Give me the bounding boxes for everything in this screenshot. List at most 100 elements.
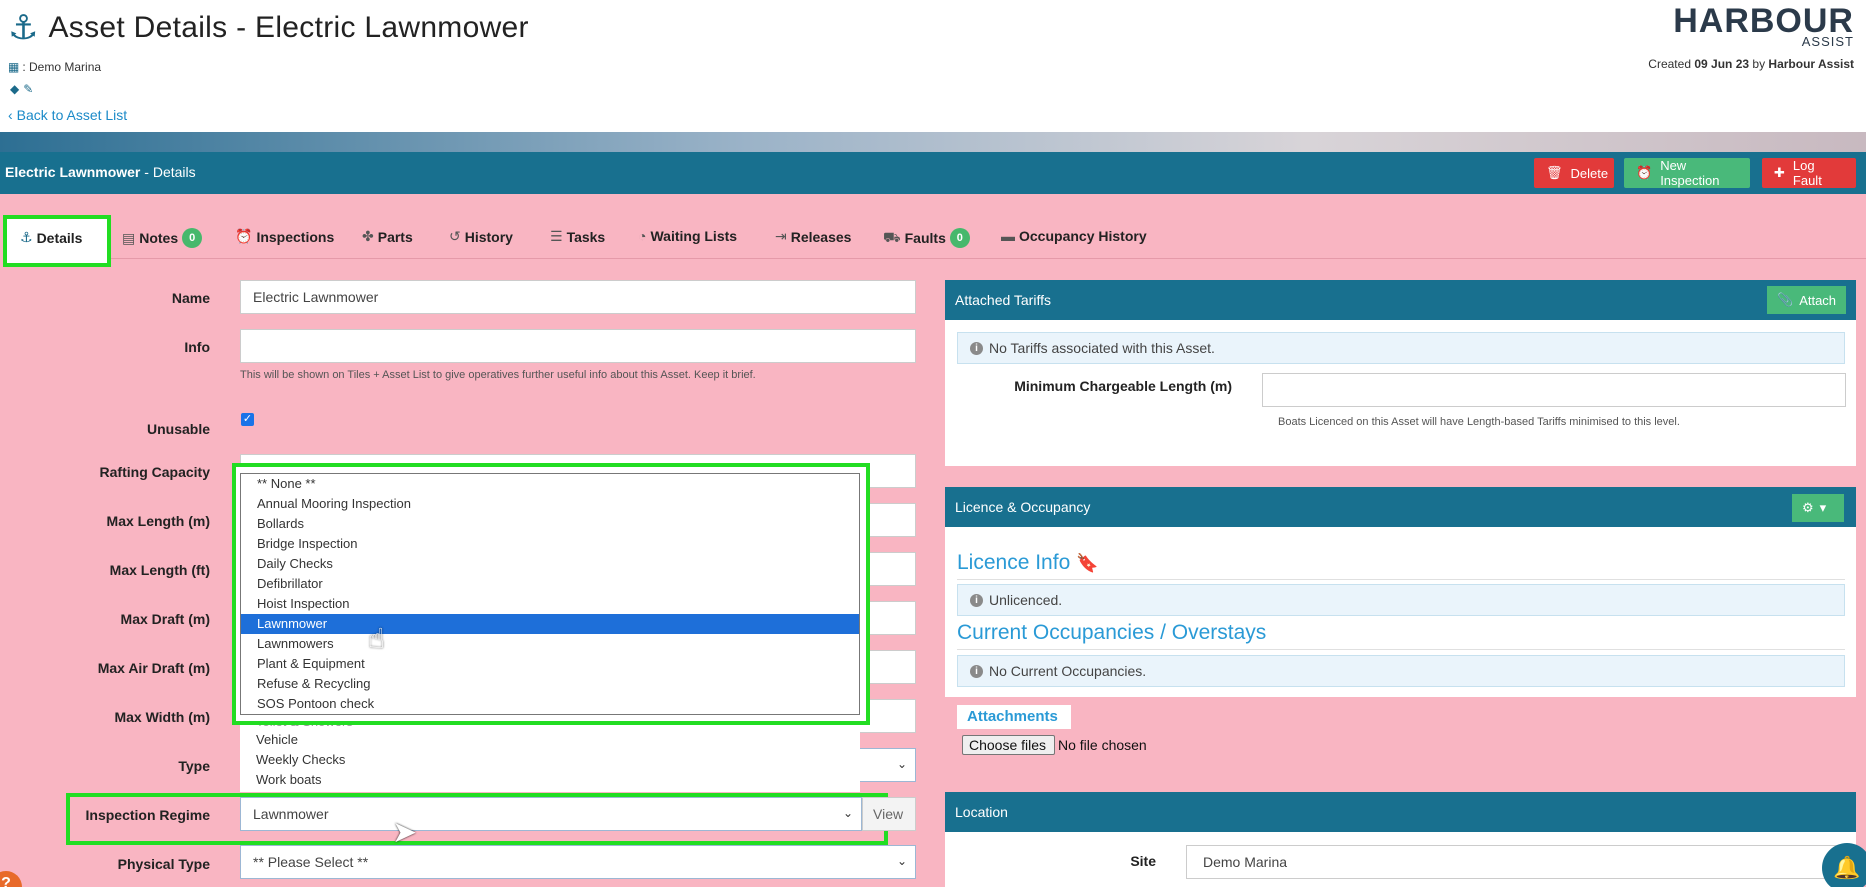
tariffs-empty-text: No Tariffs associated with this Asset. xyxy=(989,340,1215,356)
dropdown-option[interactable]: Annual Mooring Inspection xyxy=(241,494,859,514)
chevron-down-icon: ⌄ xyxy=(896,854,907,868)
new-inspection-button[interactable]: ⏰ New Inspection xyxy=(1624,158,1750,188)
hand-cursor-icon: ☝ xyxy=(368,623,386,654)
tab-occupancy-history-label: Occupancy History xyxy=(1019,228,1147,244)
dropdown-list-overflow: Toilet & Showers Vehicle Weekly Checks W… xyxy=(240,720,860,792)
tab-faults[interactable]: ⛟ Faults 0 xyxy=(883,228,970,248)
trash-icon: 🗑 xyxy=(1546,165,1563,180)
tab-releases[interactable]: ⇥ Releases xyxy=(775,228,851,245)
min-length-hint: Boats Licenced on this Asset will have L… xyxy=(1278,416,1680,428)
tab-notes-label: Notes xyxy=(139,230,179,246)
dropdown-option[interactable]: Plant & Equipment xyxy=(241,654,859,674)
location-header: Location xyxy=(945,792,1856,832)
dropdown-option[interactable]: Bridge Inspection xyxy=(241,534,859,554)
info-icon: i xyxy=(970,593,983,607)
paperclip-icon: 📎 xyxy=(1777,292,1794,307)
created-by-prefix: by xyxy=(1752,57,1766,71)
tariffs-empty-alert: i No Tariffs associated with this Asset. xyxy=(957,332,1845,364)
chevron-down-icon: ⌄ xyxy=(896,757,907,771)
licence-settings-button[interactable]: ⚙ ▾ xyxy=(1792,494,1844,522)
dropdown-option[interactable]: Bollards xyxy=(241,514,859,534)
tariffs-title: Attached Tariffs xyxy=(955,292,1051,308)
max-length-m-label: Max Length (m) xyxy=(106,513,210,529)
choose-files-button[interactable]: Choose files xyxy=(962,735,1055,755)
decorative-banner xyxy=(0,132,1866,152)
dropdown-option[interactable]: Vehicle xyxy=(240,730,860,750)
edit-icon[interactable]: ✎ xyxy=(23,82,33,96)
delete-button[interactable]: 🗑 Delete xyxy=(1534,158,1614,188)
dropdown-option[interactable]: Lawnmowers xyxy=(241,634,859,654)
anchor-icon: ⚓ xyxy=(20,229,33,245)
medkit-icon: ✚ xyxy=(1774,165,1785,180)
occupancies-alert: i No Current Occupancies. xyxy=(957,655,1845,687)
min-length-label: Minimum Chargeable Length (m) xyxy=(1014,378,1232,394)
alarm-clock-icon: ⏰ xyxy=(235,228,253,244)
faults-count-badge: 0 xyxy=(949,228,970,248)
tab-details[interactable]: ⚓ Details xyxy=(20,229,82,246)
licence-info-title-text: Licence Info xyxy=(957,551,1071,574)
log-fault-button[interactable]: ✚ Log Fault xyxy=(1762,158,1856,188)
tab-occupancy-history[interactable]: ▬ Occupancy History xyxy=(1001,228,1147,244)
created-date: 09 Jun 23 xyxy=(1694,57,1750,71)
unusable-checkbox[interactable]: ✓ xyxy=(241,413,254,426)
gears-icon: ⚙ xyxy=(1802,500,1814,515)
tag-icon[interactable]: ◆ xyxy=(10,82,19,96)
tab-tasks[interactable]: ☰ Tasks xyxy=(550,228,605,245)
physical-type-value: ** Please Select ** xyxy=(253,854,369,870)
caret-down-icon: ▾ xyxy=(1819,500,1827,515)
licence-alert-text: Unlicenced. xyxy=(989,592,1063,608)
dropdown-option[interactable]: Work boats xyxy=(240,770,860,790)
max-width-label: Max Width (m) xyxy=(114,709,210,725)
inspection-regime-value: Lawnmower xyxy=(253,806,329,822)
info-icon: i xyxy=(970,664,983,678)
dropdown-option[interactable]: Defibrillator xyxy=(241,574,859,594)
page-title: Asset Details - Electric Lawnmower xyxy=(48,11,529,44)
physical-type-select[interactable]: ** Please Select ** ⌄ xyxy=(240,845,916,879)
max-air-draft-label: Max Air Draft (m) xyxy=(97,660,210,676)
view-regime-button[interactable]: View xyxy=(862,797,916,831)
info-input[interactable] xyxy=(240,329,916,363)
chevron-left-icon: ‹ xyxy=(8,107,13,123)
location-title: Location xyxy=(955,804,1008,820)
created-info: Created 09 Jun 23 by Harbour Assist xyxy=(1648,57,1854,71)
tab-parts-label: Parts xyxy=(377,228,413,245)
dropdown-option[interactable]: Refuse & Recycling xyxy=(241,674,859,694)
min-length-input[interactable] xyxy=(1262,373,1846,407)
tab-history[interactable]: ↺ History xyxy=(449,228,513,245)
sign-out-icon: ⇥ xyxy=(775,228,787,244)
dropdown-option[interactable]: SOS Pontoon check xyxy=(241,694,859,714)
dropdown-option-none[interactable]: ** None ** xyxy=(241,474,859,494)
notification-bell-icon[interactable]: 🔔 xyxy=(1822,843,1866,887)
dropdown-option[interactable]: Weekly Checks xyxy=(240,750,860,770)
info-label: Info xyxy=(184,339,210,355)
attach-button[interactable]: 📎 Attach xyxy=(1767,286,1847,314)
licence-info-title: Licence Info 🔖 xyxy=(957,551,1099,575)
tab-inspections-label: Inspections xyxy=(256,228,335,245)
tab-tasks-label: Tasks xyxy=(566,228,606,245)
tab-details-label: Details xyxy=(36,229,83,246)
site-input[interactable]: Demo Marina xyxy=(1186,845,1846,879)
tab-inspections[interactable]: ⏰ Inspections xyxy=(235,228,334,245)
marina-name: : Demo Marina xyxy=(22,60,102,74)
tab-waiting-lists[interactable]: ◔ Waiting Lists xyxy=(638,228,737,244)
puzzle-icon: ✤ xyxy=(362,228,374,244)
building-icon: ▦ xyxy=(8,60,20,74)
dropdown-option[interactable]: Daily Checks xyxy=(241,554,859,574)
back-to-asset-list-link[interactable]: ‹ Back to Asset List xyxy=(8,107,127,123)
tab-notes[interactable]: ▤ Notes 0 xyxy=(122,228,203,248)
history-icon: ↺ xyxy=(449,228,461,244)
inspection-regime-dropdown-list: ** None ** Annual Mooring Inspection Bol… xyxy=(240,473,860,715)
inspection-regime-select[interactable]: Lawnmower ⌄ xyxy=(240,797,862,831)
file-icon: ▤ xyxy=(122,229,136,246)
chevron-down-icon: ⌄ xyxy=(842,806,853,820)
dropdown-option-selected[interactable]: Lawnmower xyxy=(241,614,859,634)
asset-bar-title: Electric Lawnmower - Details xyxy=(5,164,196,180)
name-input[interactable]: Electric Lawnmower xyxy=(240,280,916,314)
page-header: ⚓ Asset Details - Electric Lawnmower ▦ :… xyxy=(0,0,1866,132)
tab-parts[interactable]: ✤ Parts xyxy=(362,228,413,245)
site-label: Site xyxy=(1130,853,1156,869)
inspection-regime-label: Inspection Regime xyxy=(85,807,210,823)
tab-faults-label: Faults xyxy=(904,230,946,246)
dropdown-option[interactable]: Hoist Inspection xyxy=(241,594,859,614)
marina-info: ▦ : Demo Marina xyxy=(8,60,101,74)
